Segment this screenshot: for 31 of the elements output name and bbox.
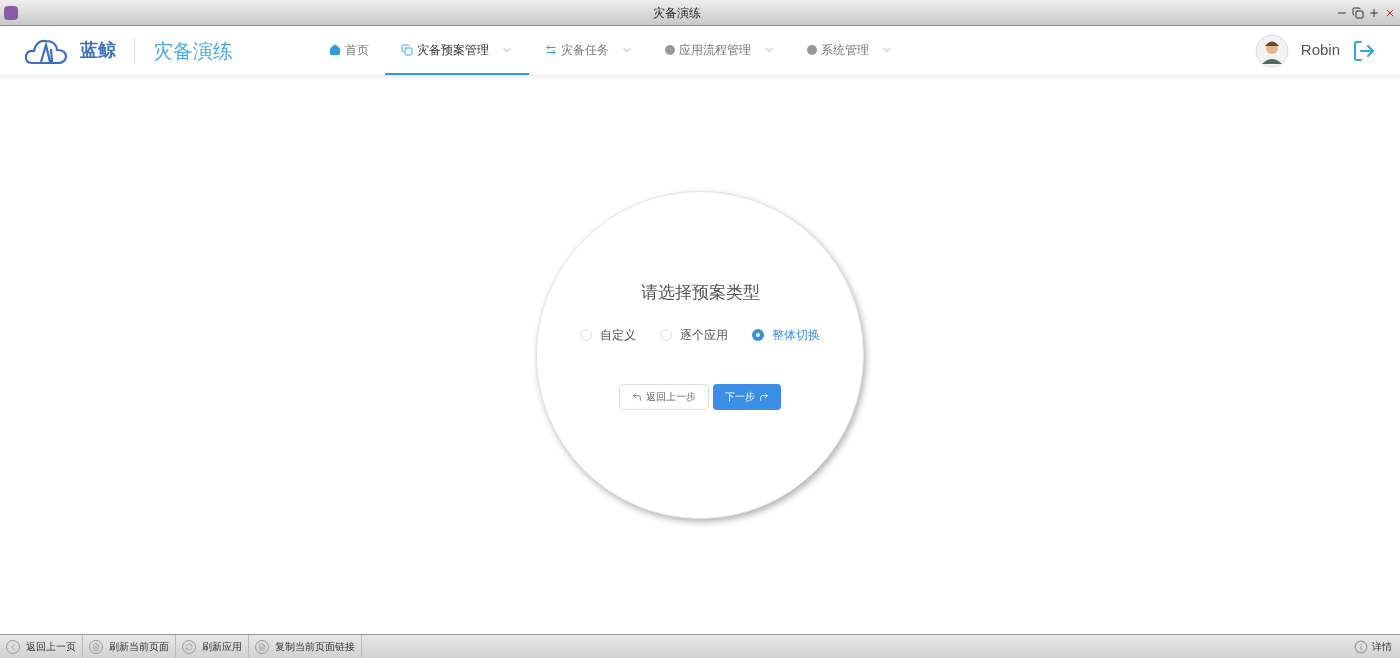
status-bar-button[interactable]: 复制当前页面链接 bbox=[249, 635, 362, 658]
forward-arrow-icon bbox=[759, 391, 769, 402]
nav-tab[interactable]: 应用流程管理 bbox=[649, 26, 791, 75]
copy-icon bbox=[401, 43, 413, 56]
radio-option[interactable]: 整体切换 bbox=[752, 325, 820, 344]
nav-tab[interactable]: 首页 bbox=[313, 26, 385, 75]
status-bar-button[interactable]: 返回上一页 bbox=[0, 635, 83, 658]
radio-icon[interactable] bbox=[752, 328, 764, 341]
nav-tab[interactable]: 系统管理 bbox=[791, 26, 909, 75]
dialog-title: 请选择预案类型 bbox=[640, 282, 760, 305]
restore-icon[interactable] bbox=[1352, 6, 1364, 19]
radio-option[interactable]: 自定义 bbox=[580, 325, 636, 344]
avatar-icon bbox=[1254, 33, 1289, 68]
radio-option[interactable]: 逐个应用 bbox=[660, 325, 728, 344]
nav-tab[interactable]: 灾备预案管理 bbox=[385, 26, 529, 75]
maximize-icon[interactable] bbox=[1368, 6, 1380, 19]
home-icon bbox=[329, 43, 341, 56]
back-button[interactable]: 返回上一步 bbox=[619, 383, 709, 410]
logout-icon[interactable] bbox=[1352, 38, 1376, 63]
app-icon bbox=[4, 5, 18, 20]
back-arrow-icon bbox=[632, 391, 642, 402]
window-title: 灾备演练 bbox=[652, 4, 702, 22]
details-button[interactable]: 详情 bbox=[1346, 639, 1400, 654]
user-name: Robin bbox=[1300, 40, 1340, 61]
status-bar-button[interactable]: 刷新应用 bbox=[176, 635, 249, 658]
nav-tab[interactable]: 灾备任务 bbox=[529, 26, 649, 75]
swap-icon bbox=[545, 43, 557, 56]
status-bar-button[interactable]: 刷新当前页面 bbox=[83, 635, 176, 658]
info-icon bbox=[1354, 639, 1368, 654]
brand-name: 蓝鲸 bbox=[80, 39, 116, 62]
app-title: 灾备演练 bbox=[153, 38, 233, 64]
